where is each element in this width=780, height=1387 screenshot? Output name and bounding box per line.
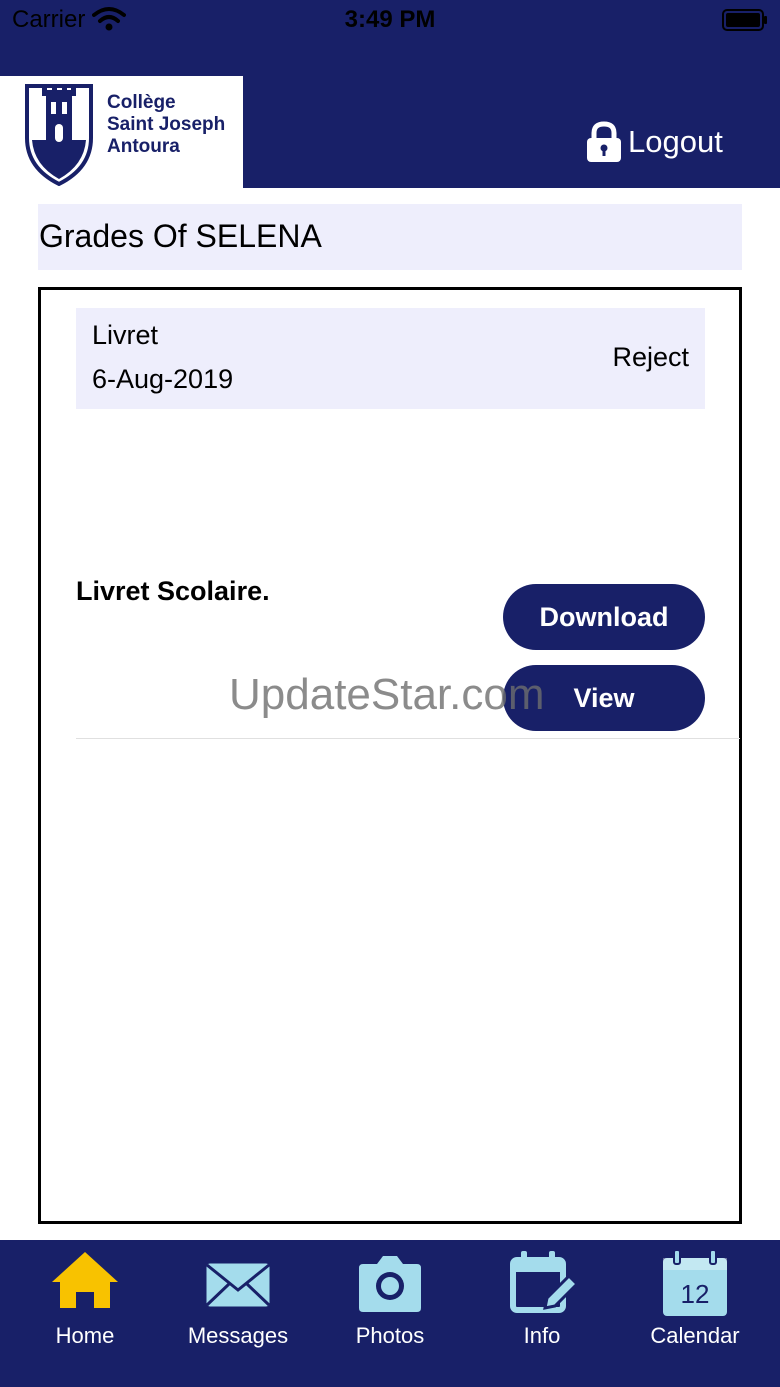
- camera-icon: [359, 1256, 421, 1312]
- grade-card[interactable]: Livret 6-Aug-2019 Reject: [76, 308, 705, 409]
- school-name: Collège Saint Joseph Antoura: [107, 92, 226, 157]
- grade-status: Reject: [612, 342, 689, 372]
- tab-bar: Home Messages Photos Info 12 Calendar: [0, 1240, 780, 1387]
- grade-description: Livret Scolaire.: [76, 576, 270, 606]
- battery-icon: [722, 9, 767, 31]
- calendar-badge: 12: [681, 1279, 710, 1309]
- logout-button[interactable]: Logout: [584, 120, 723, 164]
- divider: [76, 738, 740, 739]
- tab-messages-label: Messages: [187, 1323, 289, 1348]
- school-logo: Collège Saint Joseph Antoura: [0, 76, 243, 188]
- tab-home[interactable]: Home: [7, 1240, 163, 1387]
- lock-icon: [587, 121, 621, 162]
- tab-calendar-label: Calendar: [650, 1323, 740, 1348]
- grade-type: Livret: [92, 320, 159, 350]
- page-title-bar: Grades Of SELENA: [38, 204, 742, 270]
- crest-icon: [25, 84, 93, 186]
- watermark: UpdateStar.com: [229, 670, 545, 719]
- tab-messages[interactable]: Messages: [160, 1240, 316, 1387]
- status-bar: Carrier 3:49 PM: [0, 0, 780, 76]
- grades-panel: Livret 6-Aug-2019 Reject Livret Scolaire…: [38, 287, 742, 1224]
- envelope-icon: [203, 1260, 273, 1310]
- app-header: Collège Saint Joseph Antoura Logout: [0, 76, 780, 188]
- calendar-icon: 12: [663, 1249, 727, 1316]
- tab-info-label: Info: [523, 1323, 561, 1348]
- grade-date: 6-Aug-2019: [92, 364, 234, 394]
- tab-photos-label: Photos: [355, 1323, 425, 1348]
- tab-photos[interactable]: Photos: [312, 1240, 468, 1387]
- page-title: Grades Of SELENA: [39, 218, 322, 254]
- download-button[interactable]: Download: [503, 584, 705, 650]
- tab-home-label: Home: [55, 1323, 115, 1348]
- home-icon: [52, 1252, 118, 1308]
- logout-label: Logout: [628, 124, 723, 159]
- tab-info[interactable]: Info: [464, 1240, 620, 1387]
- calendar-edit-icon: [510, 1251, 577, 1313]
- tab-calendar[interactable]: 12 Calendar: [617, 1240, 773, 1387]
- status-time: 3:49 PM: [344, 6, 436, 33]
